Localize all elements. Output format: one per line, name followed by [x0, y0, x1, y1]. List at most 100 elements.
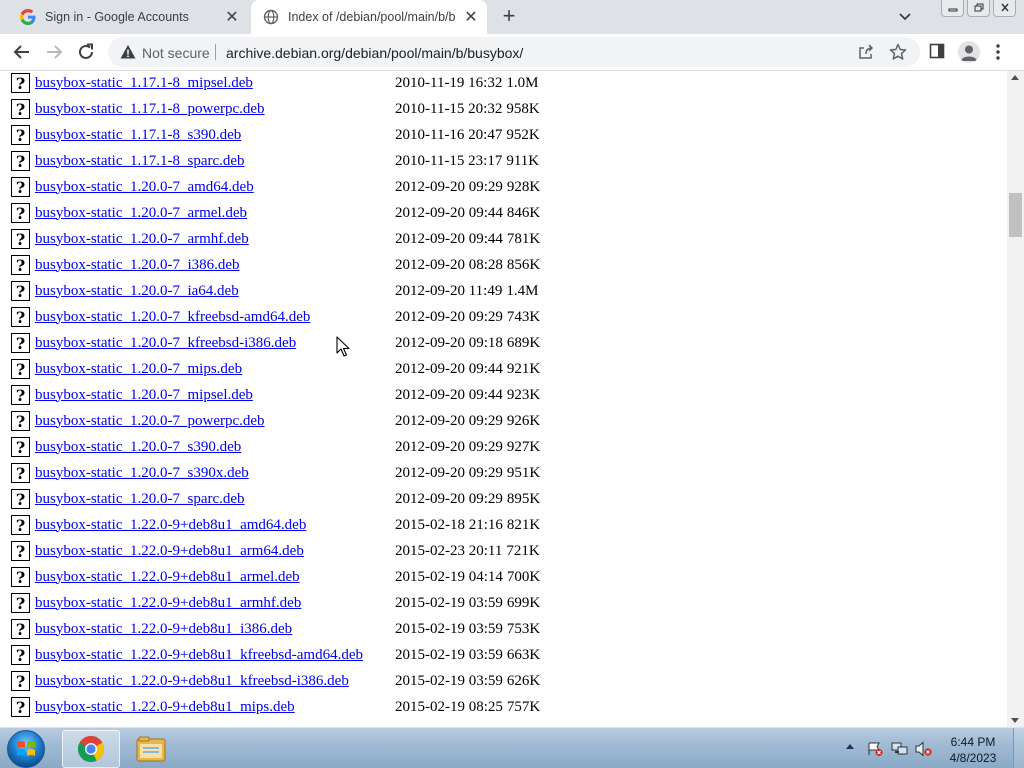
unknown-file-icon: ? — [11, 541, 30, 561]
file-link[interactable]: busybox-static_1.20.0-7_mips.deb — [35, 361, 395, 378]
mouse-cursor-icon — [336, 336, 350, 362]
network-icon[interactable] — [891, 741, 909, 757]
file-link[interactable]: busybox-static_1.20.0-7_i386.deb — [35, 257, 395, 274]
file-row: ? busybox-static_1.17.1-8_powerpc.deb 2010… — [11, 96, 540, 122]
file-date: 2010-11-16 20:47 — [395, 126, 503, 143]
file-date: 2015-02-19 03:59 — [395, 620, 503, 637]
taskbar-chrome-button[interactable] — [62, 730, 120, 768]
clock-time: 6:44 PM — [950, 735, 996, 749]
scrollbar-thumb[interactable] — [1009, 193, 1022, 237]
url-text[interactable]: archive.debian.org/debian/pool/main/b/bu… — [226, 45, 523, 61]
file-link[interactable]: busybox-static_1.20.0-7_ia64.deb — [35, 283, 395, 300]
show-desktop-button[interactable] — [1013, 728, 1024, 768]
file-date: 2010-11-15 23:17 — [395, 152, 503, 169]
file-row: ? busybox-static_1.22.0-9+deb8u1_kfreebsd… — [11, 642, 540, 668]
tab-debian-index[interactable]: Index of /debian/pool/main/b/busybox/ ✕ — [251, 0, 487, 34]
new-tab-button[interactable]: + — [499, 5, 519, 27]
bookmark-star-icon[interactable] — [889, 43, 907, 66]
tab-close-icon[interactable]: ✕ — [224, 9, 240, 26]
file-row: ? busybox-static_1.20.0-7_armel.deb 2012-0… — [11, 200, 540, 226]
file-link[interactable]: busybox-static_1.22.0-9+deb8u1_mips.deb — [35, 699, 395, 716]
vertical-scrollbar[interactable] — [1007, 71, 1024, 727]
file-link[interactable]: busybox-static_1.20.0-7_armel.deb — [35, 205, 395, 222]
page-content: ? busybox-static_1.17.1-8_mipsel.deb 2010-… — [0, 71, 1007, 727]
file-link[interactable]: busybox-static_1.22.0-9+deb8u1_armel.deb — [35, 569, 395, 586]
share-icon[interactable] — [858, 44, 874, 65]
file-link[interactable]: busybox-static_1.20.0-7_amd64.deb — [35, 179, 395, 196]
tab-close-icon[interactable]: ✕ — [463, 9, 479, 26]
google-g-icon — [20, 9, 36, 25]
unknown-file-icon: ? — [11, 229, 30, 249]
restore-button[interactable] — [967, 0, 990, 17]
file-link[interactable]: busybox-static_1.17.1-8_powerpc.deb — [35, 101, 395, 118]
tab-search-chevron-icon[interactable] — [896, 9, 914, 25]
file-size: 700K — [506, 568, 541, 585]
file-date: 2015-02-19 04:14 — [395, 568, 503, 585]
tab-strip: Sign in - Google Accounts ✕ Index of /de… — [0, 0, 1024, 34]
file-link[interactable]: busybox-static_1.22.0-9+deb8u1_i386.deb — [35, 621, 395, 638]
unknown-file-icon: ? — [11, 697, 30, 717]
unknown-file-icon: ? — [11, 255, 30, 275]
file-row: ? busybox-static_1.22.0-9+deb8u1_kfreebsd… — [11, 668, 540, 694]
file-date: 2015-02-19 03:59 — [395, 672, 503, 689]
file-date: 2012-09-20 09:44 — [395, 204, 503, 221]
file-link[interactable]: busybox-static_1.22.0-9+deb8u1_kfreebsd-… — [35, 673, 395, 690]
side-panel-icon[interactable] — [929, 43, 945, 64]
file-size: 821K — [506, 516, 541, 533]
back-button[interactable] — [12, 42, 32, 62]
action-center-icon[interactable] — [866, 741, 884, 757]
file-link[interactable]: busybox-static_1.22.0-9+deb8u1_kfreebsd-… — [35, 647, 395, 664]
file-size: 1.0M — [506, 74, 539, 91]
volume-muted-icon[interactable] — [915, 741, 933, 757]
file-date: 2015-02-23 20:11 — [395, 542, 503, 559]
file-link[interactable]: busybox-static_1.22.0-9+deb8u1_arm64.deb — [35, 543, 395, 560]
file-row: ? busybox-static_1.20.0-7_i386.deb 2012-09… — [11, 252, 540, 278]
file-link[interactable]: busybox-static_1.20.0-7_armhf.deb — [35, 231, 395, 248]
warning-triangle-icon[interactable] — [120, 44, 136, 65]
reload-button[interactable] — [76, 42, 96, 62]
file-date: 2012-09-20 09:44 — [395, 386, 503, 403]
file-link[interactable]: busybox-static_1.17.1-8_mipsel.deb — [35, 75, 395, 92]
scroll-up-arrow-icon[interactable] — [1011, 75, 1019, 80]
profile-avatar-icon[interactable] — [958, 41, 980, 63]
file-link[interactable]: busybox-static_1.20.0-7_s390.deb — [35, 439, 395, 456]
file-size: 1.4M — [506, 282, 539, 299]
file-link[interactable]: busybox-static_1.20.0-7_kfreebsd-amd64.d… — [35, 309, 395, 326]
file-link[interactable]: busybox-static_1.20.0-7_sparc.deb — [35, 491, 395, 508]
file-row: ? busybox-static_1.20.0-7_kfreebsd-i386.d… — [11, 330, 540, 356]
close-window-button[interactable] — [993, 0, 1016, 17]
kebab-menu-icon[interactable] — [995, 43, 1001, 66]
file-link[interactable]: busybox-static_1.17.1-8_sparc.deb — [35, 153, 395, 170]
file-size: 663K — [506, 646, 541, 663]
file-row: ? busybox-static_1.20.0-7_amd64.deb 2012-0… — [11, 174, 540, 200]
file-size: 895K — [506, 490, 541, 507]
globe-icon — [263, 9, 279, 25]
file-row: ? busybox-static_1.20.0-7_mips.deb 2012-09… — [11, 356, 540, 382]
file-link[interactable]: busybox-static_1.22.0-9+deb8u1_amd64.deb — [35, 517, 395, 534]
unknown-file-icon: ? — [11, 99, 30, 119]
window-controls — [941, 0, 1016, 18]
system-clock[interactable]: 6:44 PM 4/8/2023 — [938, 734, 1008, 766]
scroll-down-arrow-icon[interactable] — [1011, 718, 1019, 723]
minimize-button[interactable] — [941, 0, 964, 17]
address-bar[interactable]: Not secure archive.debian.org/debian/poo… — [108, 37, 920, 67]
unknown-file-icon: ? — [11, 125, 30, 145]
show-hidden-icons-button[interactable] — [846, 744, 854, 749]
file-link[interactable]: busybox-static_1.20.0-7_mipsel.deb — [35, 387, 395, 404]
file-size: 951K — [506, 464, 541, 481]
file-link[interactable]: busybox-static_1.20.0-7_powerpc.deb — [35, 413, 395, 430]
file-link[interactable]: busybox-static_1.17.1-8_s390.deb — [35, 127, 395, 144]
file-row: ? busybox-static_1.20.0-7_s390.deb 2012-09… — [11, 434, 540, 460]
not-secure-label[interactable]: Not secure — [142, 45, 210, 61]
tab-google-accounts[interactable]: Sign in - Google Accounts ✕ — [8, 0, 248, 34]
file-link[interactable]: busybox-static_1.20.0-7_s390x.deb — [35, 465, 395, 482]
file-date: 2012-09-20 09:29 — [395, 412, 503, 429]
forward-button[interactable] — [44, 42, 64, 62]
file-row: ? busybox-static_1.17.1-8_mipsel.deb 2010-… — [11, 71, 540, 96]
unknown-file-icon: ? — [11, 489, 30, 509]
start-button[interactable] — [7, 730, 45, 768]
file-date: 2015-02-19 03:59 — [395, 646, 503, 663]
taskbar-explorer-button[interactable] — [122, 730, 180, 768]
file-link[interactable]: busybox-static_1.22.0-9+deb8u1_armhf.deb — [35, 595, 395, 612]
unknown-file-icon: ? — [11, 385, 30, 405]
